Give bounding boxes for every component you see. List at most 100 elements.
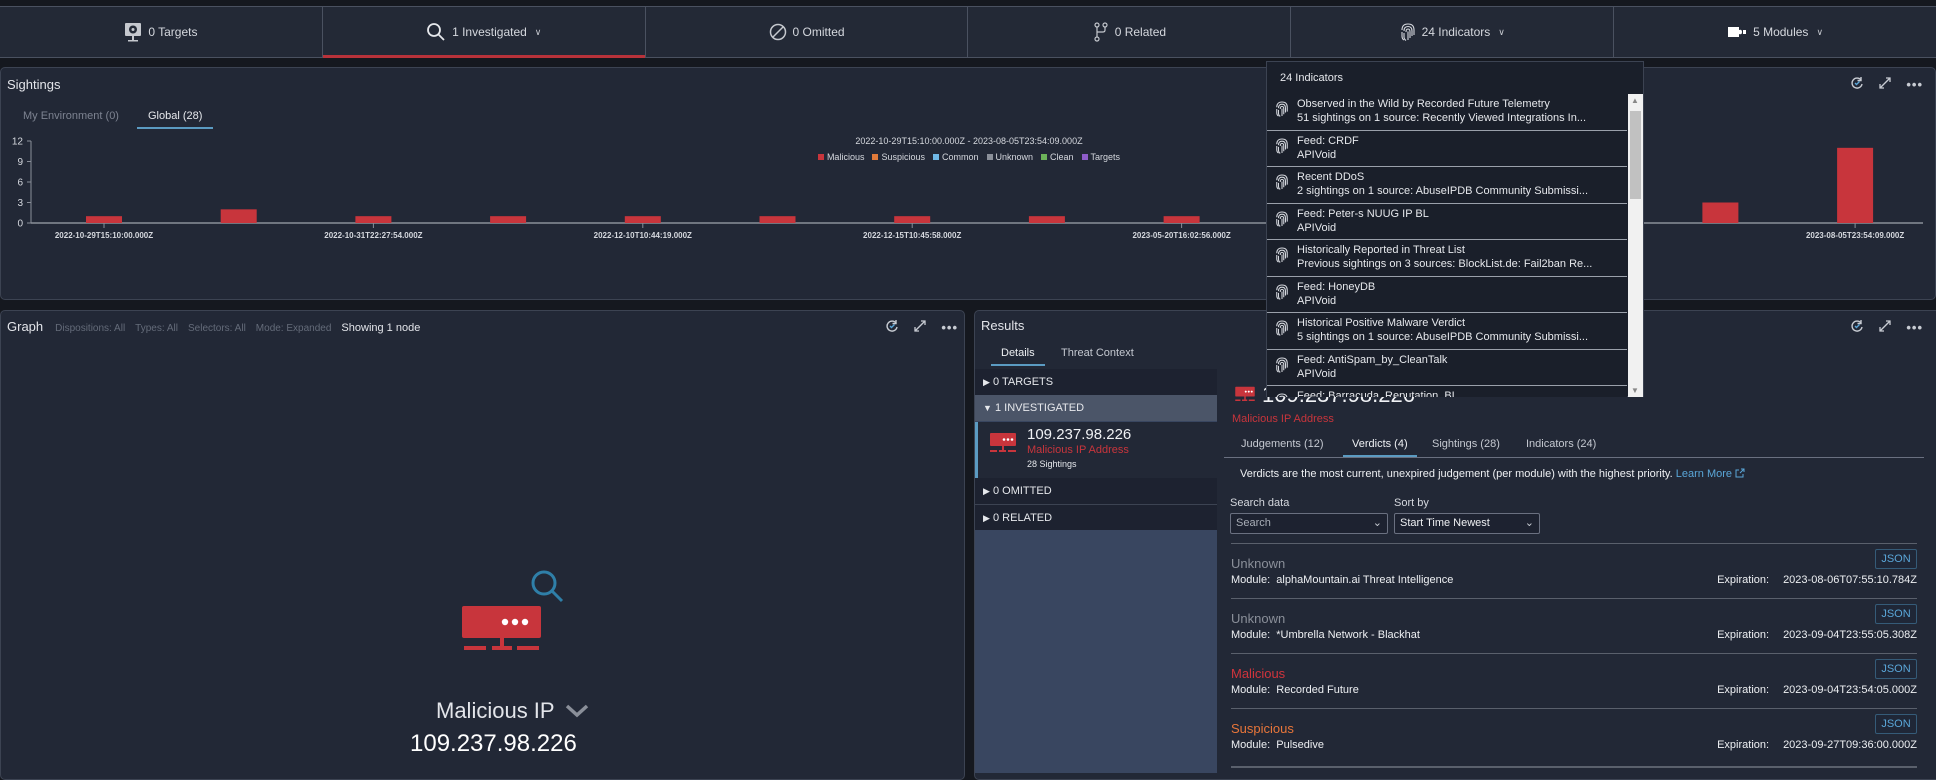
target-icon <box>125 23 142 42</box>
filter-mode[interactable]: Mode: Expanded <box>256 323 332 334</box>
chevron-down-icon: ∨ <box>534 26 542 37</box>
graph-node[interactable] <box>420 558 620 663</box>
refresh-icon[interactable] <box>885 319 899 336</box>
indicator-item[interactable]: Feed: Peter-s NUUG IP BL APIVoid <box>1267 203 1627 240</box>
related-label: 0 Related <box>1114 25 1167 39</box>
indicators-list: Observed in the Wild by Recorded Future … <box>1267 94 1643 397</box>
indicator-detail: 51 sightings on 1 source: Recently Viewe… <box>1297 112 1587 124</box>
more-options-icon[interactable]: ••• <box>941 320 958 335</box>
item-type: Malicious IP Address <box>1027 444 1129 456</box>
fingerprint-icon <box>1275 392 1289 397</box>
filter-selectors[interactable]: Selectors: All <box>188 323 246 334</box>
results-title: Results <box>981 318 1025 333</box>
chevron-down-icon[interactable] <box>565 704 589 718</box>
expand-icon[interactable] <box>1878 319 1892 336</box>
omitted-tab[interactable]: 0 Omitted <box>646 7 969 57</box>
indicator-detail: APIVoid <box>1297 221 1337 234</box>
bar-malicious <box>355 216 392 223</box>
tab-details[interactable]: Details <box>991 347 1045 366</box>
indicator-detail: 5 sightings on 1 source: AbuseIPDB Commu… <box>1297 331 1589 343</box>
modules-tab[interactable]: 5 Modules ∨ <box>1614 7 1936 57</box>
sort-by-select[interactable]: Start Time Newest ⌄ <box>1394 513 1540 534</box>
node-type-label[interactable]: Malicious IP <box>436 698 589 724</box>
y-tick-label: 6 <box>17 178 23 189</box>
branch-icon <box>1094 22 1108 42</box>
targets-tab[interactable]: 0 Targets <box>0 7 323 57</box>
y-tick-label: 12 <box>12 137 24 148</box>
x-tick-label: 2023-05-20T16:02:56.000Z <box>1132 231 1230 240</box>
refresh-icon[interactable] <box>1850 76 1864 93</box>
fingerprint-icon <box>1401 23 1415 41</box>
expand-icon[interactable] <box>1878 76 1892 93</box>
tab-indicators[interactable]: Indicators (24) <box>1526 438 1596 455</box>
indicator-detail: APIVoid <box>1297 148 1337 161</box>
y-tick-label: 9 <box>17 157 23 168</box>
indicators-scrollbar[interactable]: ▲ ▼ <box>1628 94 1643 397</box>
fingerprint-icon <box>1275 246 1289 269</box>
chevron-down-icon: ⌄ <box>1524 517 1534 529</box>
group-investigated[interactable]: ▼ 1 INVESTIGATED <box>975 395 1217 421</box>
x-tick-label: 2022-12-15T10:45:58.000Z <box>863 231 961 240</box>
indicator-title: Historically Reported in Threat List <box>1297 244 1465 256</box>
tab-judgements[interactable]: Judgements (12) <box>1241 438 1324 455</box>
verdicts-divider <box>1231 766 1917 768</box>
indicator-detail: APIVoid <box>1297 294 1337 307</box>
group-targets[interactable]: ▶ 0 TARGETS <box>975 369 1217 395</box>
tab-sightings[interactable]: Sightings (28) <box>1432 438 1500 455</box>
json-button[interactable]: JSON <box>1875 604 1917 624</box>
indicator-title: Feed: Peter-s NUUG IP BL <box>1297 207 1429 220</box>
verdicts-description: Verdicts are the most current, unexpired… <box>1240 468 1673 480</box>
more-options-icon[interactable]: ••• <box>1906 77 1923 92</box>
bar-malicious <box>1163 216 1200 223</box>
chevron-down-icon: ⌄ <box>1372 517 1382 529</box>
verdict-row: Unknown Module: alphaMountain.ai Threat I… <box>1231 543 1917 598</box>
group-related[interactable]: ▶ 0 RELATED <box>975 504 1217 530</box>
indicator-title: Feed: Barracuda_Reputation_BL <box>1297 390 1458 397</box>
refresh-icon[interactable] <box>1850 319 1864 336</box>
indicator-item[interactable]: Feed: Barracuda_Reputation_BL <box>1267 386 1627 397</box>
tab-verdicts[interactable]: Verdicts (4) <box>1343 438 1417 457</box>
bar-malicious <box>1837 147 1874 223</box>
expand-icon[interactable] <box>913 319 927 336</box>
scroll-up-icon[interactable]: ▲ <box>1631 96 1639 105</box>
search-data-select[interactable]: Search ⌄ <box>1230 513 1388 534</box>
investigated-item[interactable]: 109.237.98.226 Malicious IP Address 28 S… <box>975 422 1217 478</box>
learn-more-link[interactable]: Learn More <box>1676 468 1745 480</box>
sightings-chart: 0 3 6 9 12 2022-10-29T15:10:00.000Z 2022-10-31… <box>12 137 1923 240</box>
fingerprint-icon <box>1275 319 1289 342</box>
indicator-title: Feed: HoneyDB <box>1297 280 1376 293</box>
indicator-item[interactable]: Feed: HoneyDB APIVoid <box>1267 276 1627 313</box>
more-options-icon[interactable]: ••• <box>1906 320 1923 335</box>
filter-types[interactable]: Types: All <box>135 323 178 334</box>
chevron-down-icon: ∨ <box>1498 26 1505 37</box>
bar-malicious <box>1028 216 1065 223</box>
verdict-module: Module: Pulsedive <box>1231 739 1324 751</box>
json-button[interactable]: JSON <box>1875 659 1917 679</box>
tab-threat-context[interactable]: Threat Context <box>1061 347 1134 364</box>
indicator-item[interactable]: Historical Positive Malware Verdict 5 sig… <box>1267 313 1627 350</box>
investigated-tab[interactable]: 1 Investigated ∨ <box>322 7 646 58</box>
puzzle-icon <box>1728 27 1747 37</box>
related-tab[interactable]: 0 Related <box>968 7 1292 57</box>
indicator-item[interactable]: Observed in the Wild by Recorded Future … <box>1267 94 1627 131</box>
indicator-detail: Previous sightings on 3 sources: BlockLi… <box>1297 258 1593 270</box>
y-tick-label: 3 <box>17 198 23 209</box>
verdict-row: Unknown Module: *Umbrella Network - Black… <box>1231 598 1917 653</box>
json-button[interactable]: JSON <box>1875 549 1917 569</box>
item-sightings: 28 Sightings <box>1027 459 1077 469</box>
group-omitted[interactable]: ▶ 0 OMITTED <box>975 478 1217 504</box>
sightings-title: Sightings <box>7 77 61 92</box>
filter-dispositions[interactable]: Dispositions: All <box>55 323 125 334</box>
indicator-item[interactable]: Feed: AntiSpam_by_CleanTalk APIVoid <box>1267 349 1627 386</box>
fingerprint-icon <box>1275 283 1289 306</box>
json-button[interactable]: JSON <box>1875 714 1917 734</box>
targets-label: 0 Targets <box>148 25 198 39</box>
scrollbar-thumb[interactable] <box>1630 111 1641 199</box>
indicator-item[interactable]: Feed: CRDF APIVoid <box>1267 130 1627 167</box>
indicator-item[interactable]: Recent DDoS 2 sightings on 1 source: Abus… <box>1267 167 1627 204</box>
scroll-down-icon[interactable]: ▼ <box>1631 386 1639 395</box>
verdict-disposition: Unknown <box>1231 611 1286 626</box>
indicator-item[interactable]: Historically Reported in Threat List Prev… <box>1267 240 1627 277</box>
ip-device-icon <box>990 433 1016 452</box>
indicators-tab[interactable]: 24 Indicators ∨ <box>1291 7 1615 57</box>
